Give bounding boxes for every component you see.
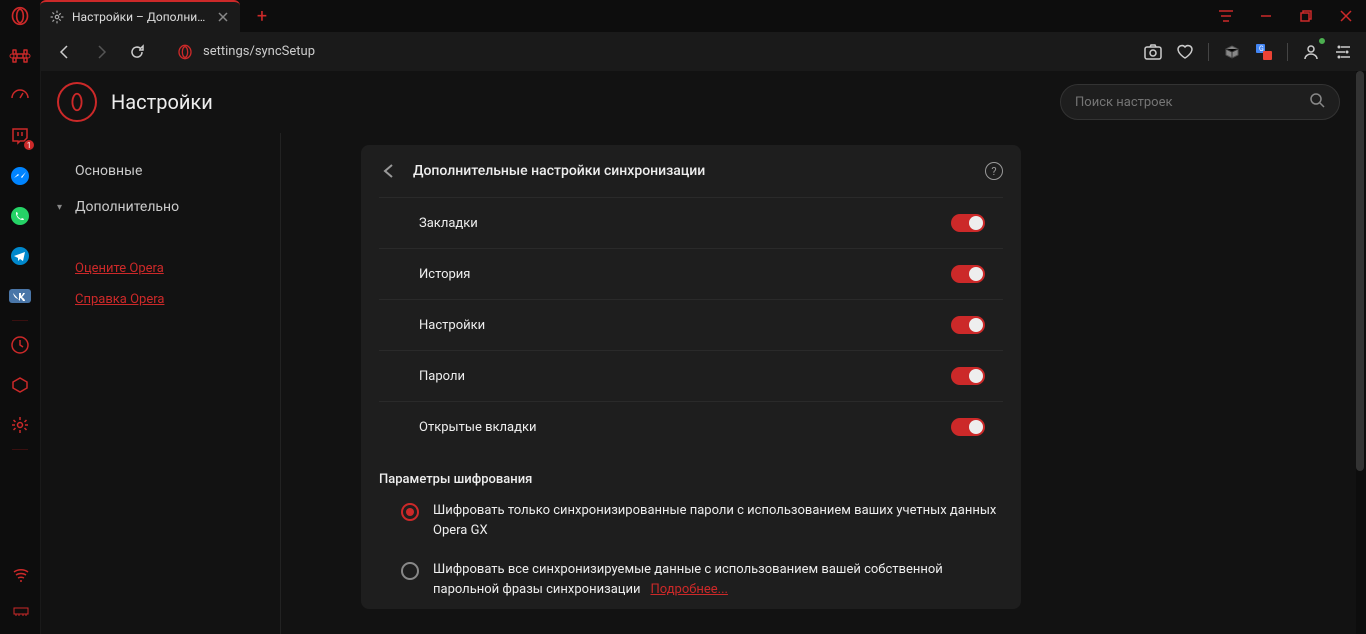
search-input[interactable] [1075,95,1301,110]
nav-basic[interactable]: Основные [57,153,280,189]
toggle-settings: Настройки [379,299,1003,350]
sidebar-divider [12,449,28,450]
toggle-label: Настройки [419,318,951,333]
messenger-icon[interactable] [4,160,36,192]
separator [1287,43,1288,61]
settings-icon [50,10,64,24]
toolbar: settings/syncSetup G [41,32,1366,71]
opera-page-icon [175,42,195,62]
forward-button[interactable] [87,38,115,66]
panel-header: Дополнительные настройки синхронизации ? [361,145,1021,197]
address-bar[interactable]: settings/syncSetup [203,44,1132,59]
toggle-history: История [379,248,1003,299]
new-tab-button[interactable]: + [250,4,274,28]
tab-title: Настройки – Дополнительно [72,10,208,24]
separator [1208,43,1209,61]
learn-more-link[interactable]: Подробнее... [650,582,727,597]
toggle-switch[interactable] [951,214,985,232]
titlebar: Настройки – Дополнительно + [0,0,1366,32]
panel-back-button[interactable] [379,161,399,181]
settings-title: Настройки [111,90,213,114]
browser-tab[interactable]: Настройки – Дополнительно [40,0,240,32]
toggle-passwords: Пароли [379,350,1003,401]
snapshot-icon[interactable] [1140,39,1166,65]
back-button[interactable] [51,38,79,66]
settings-nav: Основные Дополнительно Оцените Opera Спр… [41,133,281,634]
maximize-button[interactable] [1286,0,1326,32]
toggle-label: Закладки [419,216,951,231]
settings-header: Настройки [41,71,1356,133]
reload-button[interactable] [123,38,151,66]
nav-rate-link[interactable]: Оцените Opera [57,253,280,284]
radio-label: Шифровать только синхронизированные паро… [433,501,1003,540]
search-icon [1309,92,1325,112]
toggle-switch[interactable] [951,265,985,283]
history-icon[interactable] [4,329,36,361]
toggle-tabs: Открытые вкладки [379,401,1003,452]
toggle-label: Пароли [419,369,951,384]
profile-icon[interactable] [1298,39,1324,65]
gx-corner-icon[interactable] [4,40,36,72]
extension-cube-icon[interactable] [1219,39,1245,65]
status-dot [1318,37,1326,45]
tab-close-button[interactable] [216,10,230,24]
opera-menu-button[interactable] [0,0,40,32]
window-controls [1206,0,1366,32]
sidebar: 1 [0,32,41,634]
telegram-icon[interactable] [4,240,36,272]
search-box[interactable] [1060,84,1340,120]
extensions-icon[interactable] [4,369,36,401]
toggle-switch[interactable] [951,418,985,436]
radio-passphrase: Шифровать все синхронизируемые данные с … [361,550,1021,609]
settings-opera-logo [57,82,97,122]
window-close-button[interactable] [1326,0,1366,32]
easy-setup-icon[interactable] [1206,0,1246,32]
main-content: Настройки Основные Дополнительно Оцените… [41,71,1356,634]
toggle-label: Открытые вкладки [419,420,951,435]
panel-title: Дополнительные настройки синхронизации [413,163,971,179]
vk-icon[interactable] [4,280,36,312]
twitch-icon[interactable]: 1 [4,120,36,152]
sidebar-badge: 1 [24,140,34,150]
nav-advanced[interactable]: Дополнительно [57,189,280,225]
speed-limiter-icon[interactable] [4,80,36,112]
ram-icon[interactable] [5,596,37,628]
radio-credentials: Шифровать только синхронизированные паро… [361,491,1021,550]
sync-settings-panel: Дополнительные настройки синхронизации ?… [361,145,1021,609]
settings-sidebar-icon[interactable] [4,409,36,441]
toggle-switch[interactable] [951,367,985,385]
toggle-switch[interactable] [951,316,985,334]
scroll-thumb[interactable] [1356,71,1364,471]
help-icon[interactable]: ? [985,162,1003,180]
whatsapp-icon[interactable] [4,200,36,232]
radio-label: Шифровать все синхронизируемые данные с … [433,560,1003,599]
radio-button[interactable] [401,562,419,580]
minimize-button[interactable] [1246,0,1286,32]
toggle-bookmarks: Закладки [379,197,1003,248]
toggle-label: История [419,267,951,282]
heart-icon[interactable] [1172,39,1198,65]
network-icon[interactable] [5,560,37,592]
nav-help-link[interactable]: Справка Opera [57,284,280,315]
sidebar-divider [12,320,28,321]
settings-body: Основные Дополнительно Оцените Opera Спр… [41,133,1356,634]
translate-icon[interactable]: G [1251,39,1277,65]
radio-button[interactable] [401,503,419,521]
encryption-section-title: Параметры шифрования [361,452,1021,491]
svg-text:G: G [1259,45,1264,53]
scrollbar[interactable] [1356,71,1364,634]
easy-setup-icon[interactable] [1330,39,1356,65]
settings-content: Дополнительные настройки синхронизации ?… [281,133,1356,634]
